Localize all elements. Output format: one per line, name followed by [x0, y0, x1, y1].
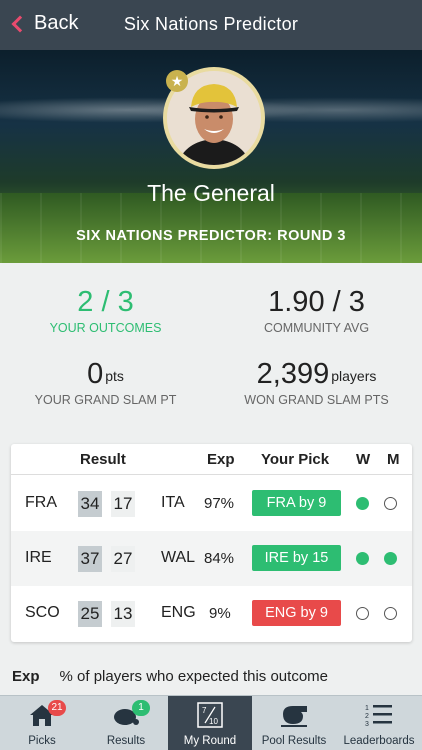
header-result: Result [80, 451, 126, 468]
table-row[interactable]: SCO 25 13 ENG 9% ENG by 9 [11, 586, 412, 641]
community-label: COMMUNITY AVG [263, 321, 370, 335]
home-score: 37 [78, 546, 102, 572]
tab-results[interactable]: 1 Results [84, 696, 168, 750]
rank-number: 1 [365, 705, 369, 712]
star-icon: ★ [166, 70, 188, 92]
away-team: ITA [161, 494, 185, 511]
exp-legend: Exp % of players who expected this outco… [12, 668, 328, 685]
legend-key: Exp [12, 668, 40, 685]
exp-value: 84% [204, 550, 235, 567]
tab-label: My Round [183, 735, 237, 747]
tab-bar: 21 Picks 1 Results 7 10 My Round Pool Re… [0, 695, 422, 750]
results-badge: 1 [132, 700, 150, 716]
navigation-bar: Back Six Nations Predictor [0, 0, 422, 50]
home-team: SCO [25, 604, 60, 621]
legend-text: % of players who expected this outcome [59, 668, 328, 685]
stat-grand-slam-pts: 0 pts YOUR GRAND SLAM PT [0, 357, 211, 407]
table-row[interactable]: IRE 37 27 WAL 84% IRE by 15 [11, 531, 412, 586]
tab-pool-results[interactable]: Pool Results [252, 696, 336, 750]
tab-leaderboards[interactable]: 1 2 3 Leaderboards [336, 696, 422, 750]
stat-outcomes: 2 / 3 YOUR OUTCOMES [0, 285, 211, 335]
results-table: Result Exp Your Pick W M FRA 34 17 ITA 9… [11, 444, 412, 642]
profile-header: ★ The General SIX NATIONS PREDICTOR: ROU… [0, 50, 422, 263]
header-your-pick: Your Pick [261, 451, 330, 468]
outcomes-value: 2 / 3 [77, 286, 134, 318]
players-unit: players [331, 368, 377, 384]
header-w: W [356, 451, 371, 468]
header-exp: Exp [207, 451, 235, 468]
away-score: 17 [111, 491, 135, 517]
stat-players: 2,399 players WON GRAND SLAM PTS [211, 357, 422, 407]
w-indicator [356, 607, 369, 620]
away-team: WAL [161, 549, 196, 566]
player-name: The General [147, 180, 275, 206]
away-team: ENG [161, 604, 196, 621]
header-m: M [387, 451, 400, 468]
pick-badge: IRE by 15 [252, 545, 341, 571]
grand-slam-value: 0 [87, 358, 104, 390]
home-team: FRA [25, 494, 57, 511]
table-header: Result Exp Your Pick W M [11, 444, 412, 475]
away-score: 27 [111, 546, 135, 572]
stat-community-avg: 1.90 / 3 COMMUNITY AVG [211, 285, 422, 335]
m-indicator [384, 607, 397, 620]
picks-badge: 21 [48, 700, 66, 716]
whistle-icon [281, 706, 307, 727]
rank-number: 3 [365, 721, 369, 728]
tab-label: Picks [28, 735, 56, 747]
exp-value: 97% [204, 495, 235, 512]
rank-number: 2 [365, 713, 369, 720]
players-value: 2,399 [256, 358, 330, 390]
tab-label: Pool Results [261, 735, 327, 747]
tab-label: Results [106, 735, 146, 747]
page-title: Six Nations Predictor [123, 14, 299, 34]
away-score: 13 [111, 601, 135, 627]
fraction-denominator: 10 [209, 717, 218, 726]
table-row[interactable]: FRA 34 17 ITA 97% FRA by 9 [11, 476, 412, 531]
home-score: 25 [78, 601, 102, 627]
tab-my-round[interactable]: 7 10 My Round [168, 696, 252, 750]
tab-label: Leaderboards [343, 735, 415, 747]
fraction-icon: 7 10 [197, 702, 223, 728]
w-indicator [356, 497, 369, 510]
home-score: 34 [78, 491, 102, 517]
community-value: 1.90 / 3 [268, 286, 365, 318]
m-indicator [384, 497, 397, 510]
ranked-list-icon: 1 2 3 [365, 705, 392, 728]
round-title: SIX NATIONS PREDICTOR: ROUND 3 [76, 228, 346, 244]
pick-badge: ENG by 9 [252, 600, 341, 626]
fraction-numerator: 7 [202, 706, 207, 715]
home-team: IRE [25, 549, 52, 566]
players-label: WON GRAND SLAM PTS [244, 393, 389, 407]
grand-slam-unit: pts [105, 368, 124, 384]
pick-badge: FRA by 9 [252, 490, 341, 516]
grand-slam-label: YOUR GRAND SLAM PT [34, 393, 177, 407]
tab-picks[interactable]: 21 Picks [0, 696, 84, 750]
outcomes-label: YOUR OUTCOMES [49, 321, 162, 335]
m-indicator [384, 552, 397, 565]
w-indicator [356, 552, 369, 565]
exp-value: 9% [209, 605, 231, 622]
